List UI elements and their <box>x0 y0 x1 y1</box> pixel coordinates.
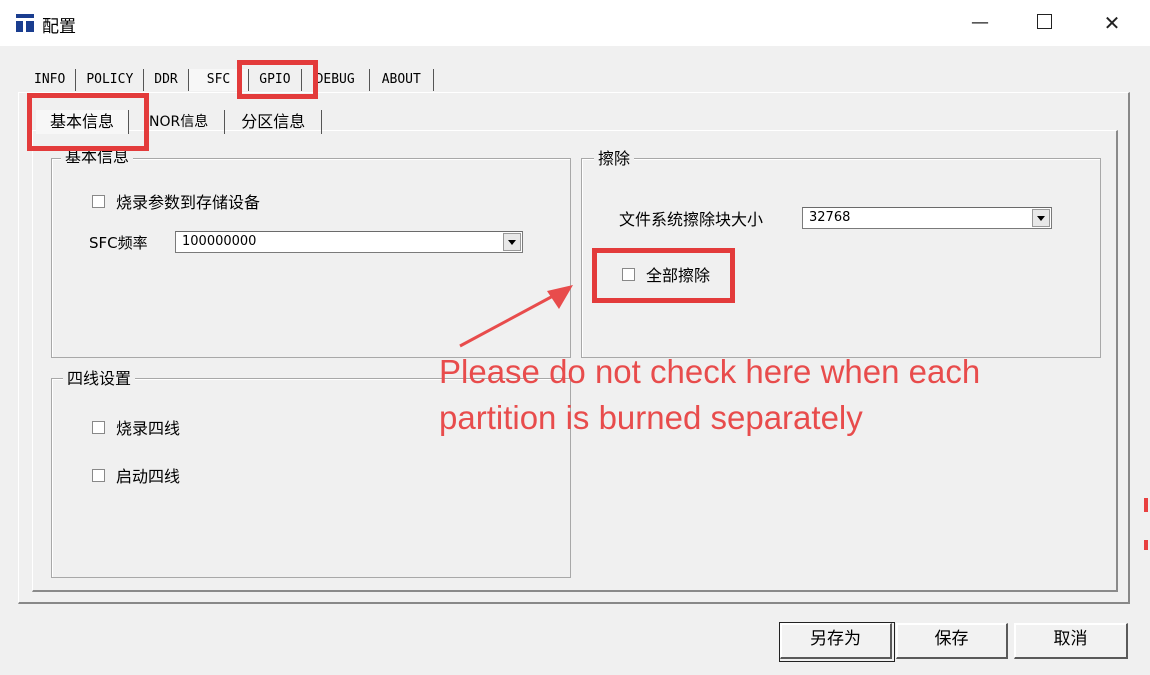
edge-mark <box>1144 540 1148 550</box>
quad-settings-group-title: 四线设置 <box>63 370 136 388</box>
sfc-freq-select[interactable]: 100000000 <box>175 231 523 253</box>
block-size-label: 文件系统擦除块大小 <box>619 210 764 229</box>
block-size-select[interactable]: 32768 <box>802 207 1052 229</box>
burn-params-checkbox[interactable] <box>92 195 105 208</box>
sfc-freq-dropdown-button[interactable] <box>503 233 521 251</box>
cancel-button[interactable]: 取消 <box>1014 623 1128 659</box>
burn-quad-label: 烧录四线 <box>116 419 181 438</box>
close-button[interactable]: ✕ <box>1094 10 1130 36</box>
sfc-freq-label: SFC频率 <box>89 234 148 252</box>
annotation-arrow-icon <box>459 285 573 348</box>
chevron-down-icon <box>1037 216 1045 221</box>
highlight-basic-info-subtab <box>27 93 149 151</box>
burn-params-label: 烧录参数到存储设备 <box>116 193 261 212</box>
edge-mark <box>1144 498 1148 512</box>
annotation-text-line1: Please do not check here when each <box>439 353 981 390</box>
tab-about[interactable]: ABOUT <box>370 69 434 91</box>
highlight-erase-all <box>592 248 735 303</box>
sfc-freq-value: 100000000 <box>182 234 257 249</box>
burn-quad-checkbox[interactable] <box>92 421 105 434</box>
save-button[interactable]: 保存 <box>896 623 1008 659</box>
maximize-button[interactable] <box>1026 10 1062 36</box>
subtab-partition-info[interactable]: 分区信息 <box>225 110 323 134</box>
block-size-dropdown-button[interactable] <box>1032 209 1050 227</box>
block-size-value: 32768 <box>809 210 851 225</box>
boot-quad-checkbox[interactable] <box>92 469 105 482</box>
chevron-down-icon <box>508 240 516 245</box>
top-tab-strip: INFO POLICY DDR SFC GPIO DEBUG ABOUT <box>24 66 434 94</box>
save-as-button[interactable]: 另存为 <box>780 623 892 659</box>
window-title: 配置 <box>42 17 76 37</box>
annotation-text-line2: partition is burned separately <box>439 399 863 436</box>
tab-info[interactable]: INFO <box>24 69 77 91</box>
boot-quad-label: 启动四线 <box>116 467 181 486</box>
erase-group-title: 擦除 <box>594 150 635 168</box>
minimize-button[interactable]: — <box>962 10 998 36</box>
tab-ddr[interactable]: DDR <box>144 69 189 91</box>
highlight-sfc-tab <box>237 60 318 99</box>
tab-policy[interactable]: POLICY <box>76 69 145 91</box>
maximize-icon <box>1036 14 1052 29</box>
app-icon <box>16 14 34 32</box>
